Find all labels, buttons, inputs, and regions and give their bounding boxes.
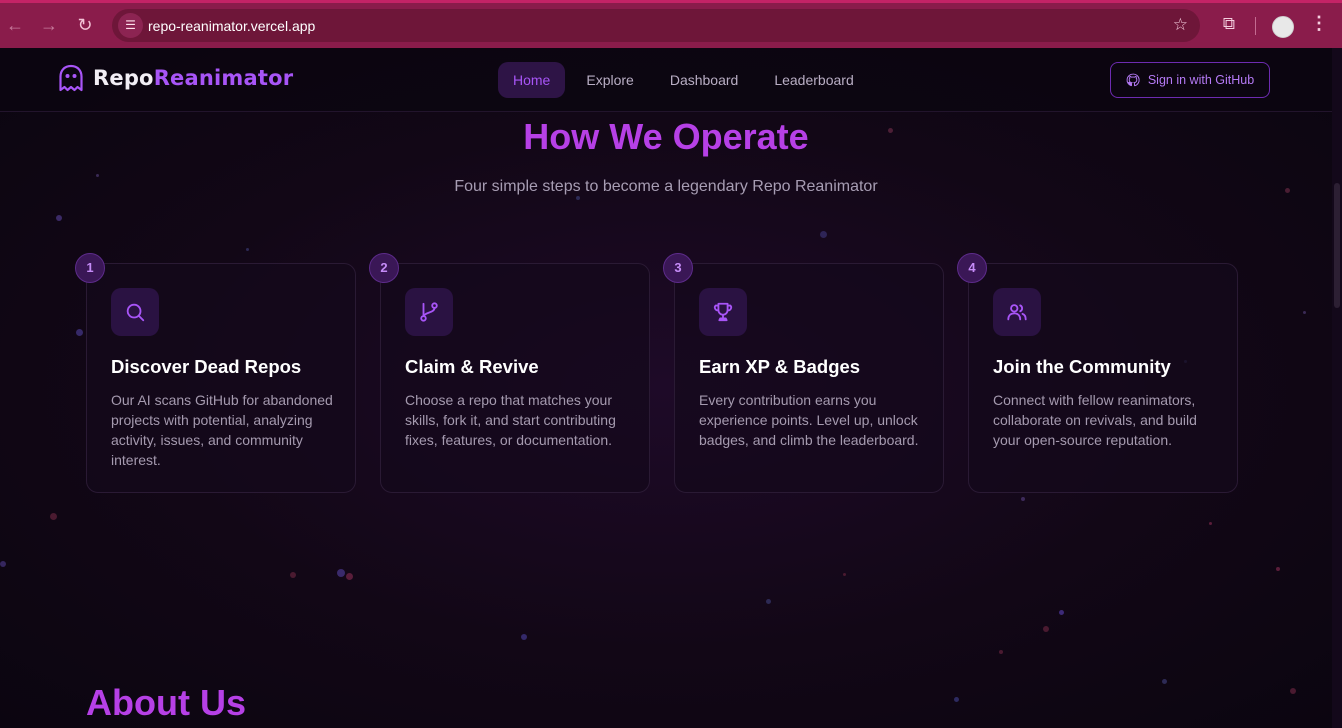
- sign-in-github-button[interactable]: Sign in with GitHub: [1110, 62, 1270, 98]
- particle: [56, 215, 62, 221]
- brand-name-part2: Reanimator: [153, 66, 294, 90]
- particle: [0, 561, 6, 567]
- ghost-logo-icon: [59, 64, 83, 92]
- site-info-icon[interactable]: ☰: [118, 13, 143, 38]
- search-icon: [126, 303, 145, 322]
- particle: [999, 650, 1003, 654]
- toolbar-divider: [1255, 17, 1256, 35]
- particle: [1303, 311, 1306, 314]
- particle: [576, 196, 580, 200]
- section-title: How We Operate: [523, 116, 809, 157]
- git-branch-icon: [420, 302, 438, 322]
- particle: [521, 634, 527, 640]
- browser-menu-icon[interactable]: ⋮: [1310, 13, 1328, 34]
- particle: [1162, 679, 1167, 684]
- particle: [954, 697, 959, 702]
- step-description: Choose a repo that matches your skills, …: [405, 392, 616, 448]
- extensions-icon[interactable]: ⧉: [1218, 14, 1240, 36]
- brand-name-part1: Repo: [93, 66, 154, 90]
- page-viewport: RepoReanimator Home Explore Dashboard Le…: [0, 48, 1332, 728]
- profile-avatar[interactable]: [1272, 16, 1294, 38]
- url-text[interactable]: repo-reanimator.vercel.app: [148, 18, 315, 34]
- users-icon: [1007, 304, 1027, 321]
- trophy-icon: [713, 302, 733, 322]
- back-arrow-icon[interactable]: ←: [2, 12, 28, 38]
- particle: [50, 513, 57, 520]
- main-nav: Home Explore Dashboard Leaderboard: [498, 62, 875, 98]
- particle: [820, 231, 827, 238]
- step-number-badge: 4: [957, 253, 987, 283]
- step-card-3: Earn XP & Badges Every contribution earn…: [674, 263, 944, 493]
- particle: [1209, 522, 1212, 525]
- step-title: Join the Community: [993, 356, 1171, 377]
- step-number-badge: 2: [369, 253, 399, 283]
- nav-home[interactable]: Home: [498, 62, 566, 98]
- nav-leaderboard[interactable]: Leaderboard: [759, 62, 868, 98]
- particle: [96, 174, 99, 177]
- brand-name: RepoReanimator: [93, 66, 293, 90]
- step-description: Our AI scans GitHub for abandoned projec…: [111, 392, 333, 468]
- step-number-badge: 3: [663, 253, 693, 283]
- step-description: Every contribution earns you experience …: [699, 392, 919, 448]
- forward-arrow-icon[interactable]: →: [36, 12, 62, 38]
- step-card-2: Claim & Revive Choose a repo that matche…: [380, 263, 650, 493]
- step-card-1: Discover Dead Repos Our AI scans GitHub …: [86, 263, 356, 493]
- step-icon-box: [405, 288, 453, 336]
- step-title: Claim & Revive: [405, 356, 539, 377]
- particle: [1059, 610, 1064, 615]
- particle: [1043, 626, 1049, 632]
- site-header: RepoReanimator Home Explore Dashboard Le…: [0, 48, 1332, 112]
- step-number-badge: 1: [75, 253, 105, 283]
- particle: [1021, 497, 1025, 501]
- nav-explore[interactable]: Explore: [571, 62, 648, 98]
- particle: [246, 248, 249, 251]
- step-card-4: Join the Community Connect with fellow r…: [968, 263, 1238, 493]
- particle: [337, 569, 345, 577]
- page-scrollbar[interactable]: [1332, 48, 1342, 728]
- particle: [1290, 688, 1296, 694]
- particle: [843, 573, 846, 576]
- about-title: About Us: [86, 682, 246, 723]
- particle: [766, 599, 771, 604]
- section-subtitle: Four simple steps to become a legendary …: [454, 178, 878, 195]
- nav-dashboard[interactable]: Dashboard: [655, 62, 754, 98]
- step-icon-box: [699, 288, 747, 336]
- particle: [290, 572, 296, 578]
- particle: [1276, 567, 1280, 571]
- particle: [346, 573, 353, 580]
- step-title: Earn XP & Badges: [699, 356, 861, 377]
- github-icon: [1126, 73, 1140, 87]
- particle: [76, 329, 83, 336]
- scrollbar-thumb[interactable]: [1334, 183, 1340, 308]
- bookmark-star-icon[interactable]: ☆: [1173, 15, 1188, 35]
- step-title: Discover Dead Repos: [111, 356, 302, 377]
- brand-logo[interactable]: RepoReanimator: [58, 64, 293, 92]
- step-icon-box: [993, 288, 1041, 336]
- address-bar[interactable]: ☰ repo-reanimator.vercel.app ☆: [112, 9, 1200, 42]
- browser-toolbar: ← → ↻ ☰ repo-reanimator.vercel.app ☆ ⧉ ⋮: [0, 0, 1342, 48]
- reload-icon[interactable]: ↻: [72, 12, 98, 38]
- step-description: Connect with fellow reanimators, collabo…: [993, 392, 1197, 448]
- sign-in-label: Sign in with GitHub: [1147, 73, 1255, 87]
- step-icon-box: [111, 288, 159, 336]
